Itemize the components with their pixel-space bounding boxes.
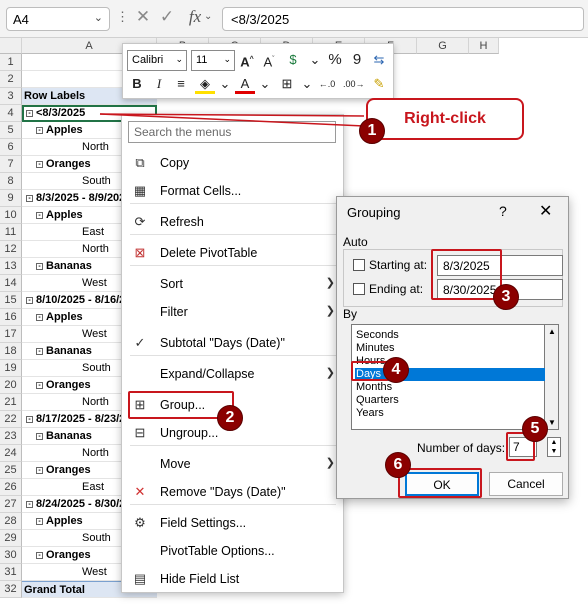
step-badge-3: 3 <box>493 284 519 310</box>
step-badge-4: 4 <box>383 357 409 383</box>
dates-highlight <box>431 249 502 300</box>
step-badge-5: 5 <box>522 416 548 442</box>
step-badge-6: 6 <box>385 452 411 478</box>
ok-highlight <box>398 468 482 498</box>
right-click-callout: Right-click <box>366 98 524 140</box>
step-badge-2: 2 <box>217 405 243 431</box>
step-badge-1: 1 <box>359 118 385 144</box>
